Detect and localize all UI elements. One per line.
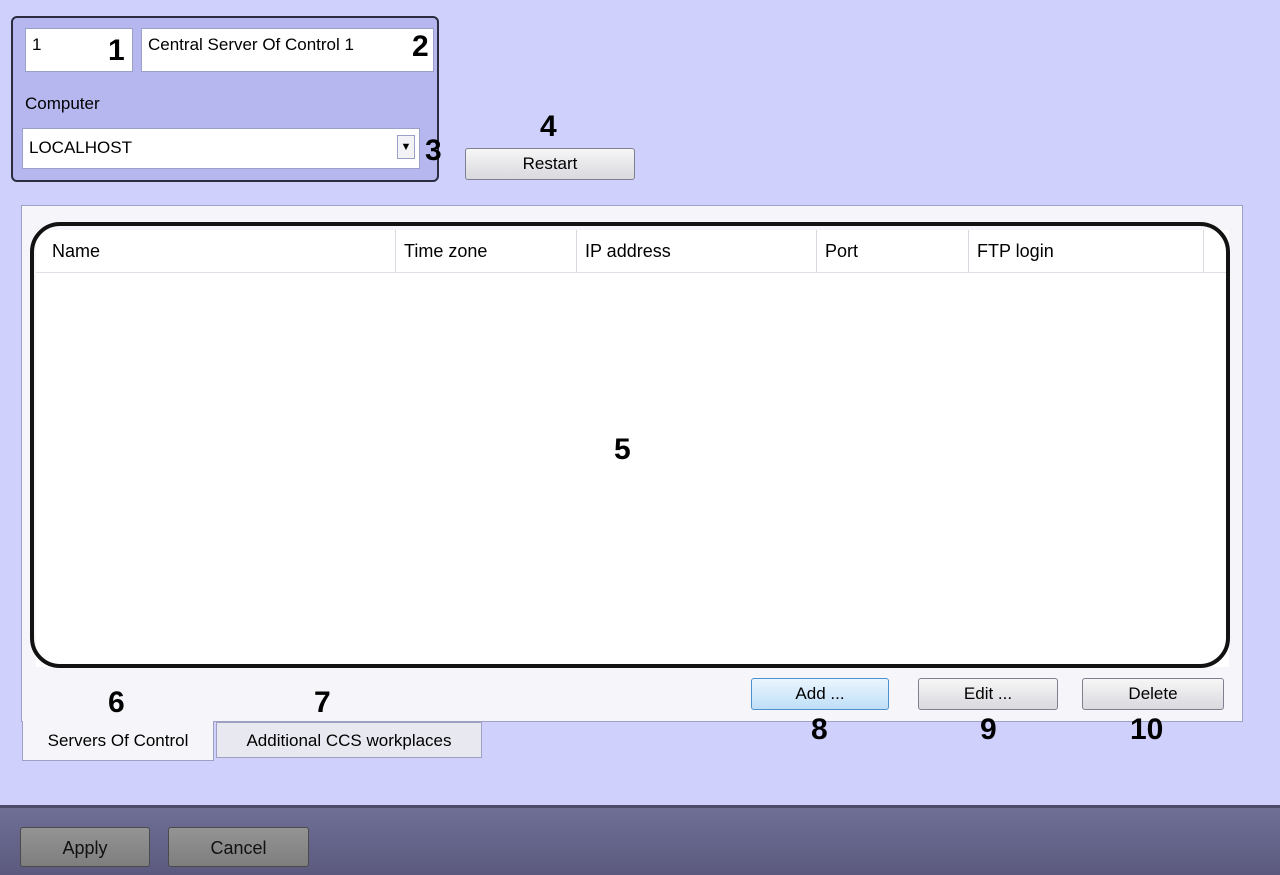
callout-8: 8 bbox=[811, 713, 828, 746]
callout-2: 2 bbox=[412, 30, 429, 63]
computer-select-value: LOCALHOST bbox=[29, 138, 132, 157]
column-header-name[interactable]: Name bbox=[44, 230, 396, 272]
edit-button[interactable]: Edit ... bbox=[918, 678, 1058, 710]
callout-7: 7 bbox=[314, 686, 331, 719]
tab-additional-ccs-workplaces[interactable]: Additional CCS workplaces bbox=[216, 722, 482, 758]
callout-4: 4 bbox=[540, 110, 557, 143]
column-header-port[interactable]: Port bbox=[817, 230, 969, 272]
delete-button[interactable]: Delete bbox=[1082, 678, 1224, 710]
computer-label: Computer bbox=[25, 94, 100, 113]
restart-button[interactable]: Restart bbox=[465, 148, 635, 180]
column-header-ftp-login[interactable]: FTP login bbox=[969, 230, 1204, 272]
computer-select[interactable]: LOCALHOST ▼ bbox=[22, 128, 420, 169]
apply-button[interactable]: Apply bbox=[20, 827, 150, 867]
callout-1: 1 bbox=[108, 34, 125, 67]
callout-5: 5 bbox=[614, 433, 631, 466]
callout-9: 9 bbox=[980, 713, 997, 746]
chevron-down-icon[interactable]: ▼ bbox=[397, 135, 415, 159]
cancel-button[interactable]: Cancel bbox=[168, 827, 309, 867]
settings-panel: 1 Central Server Of Control 1 Computer L… bbox=[0, 0, 1280, 805]
callout-3: 3 bbox=[425, 134, 442, 167]
column-header-time-zone[interactable]: Time zone bbox=[396, 230, 577, 272]
column-header-ip-address[interactable]: IP address bbox=[577, 230, 817, 272]
list-header: Name Time zone IP address Port FTP login bbox=[36, 230, 1229, 273]
callout-6: 6 bbox=[108, 686, 125, 719]
name-field[interactable]: Central Server Of Control 1 bbox=[141, 28, 434, 72]
tab-servers-of-control[interactable]: Servers Of Control bbox=[22, 721, 214, 761]
servers-list[interactable]: Name Time zone IP address Port FTP login bbox=[36, 230, 1229, 667]
add-button[interactable]: Add ... bbox=[751, 678, 889, 710]
callout-10: 10 bbox=[1130, 713, 1164, 746]
